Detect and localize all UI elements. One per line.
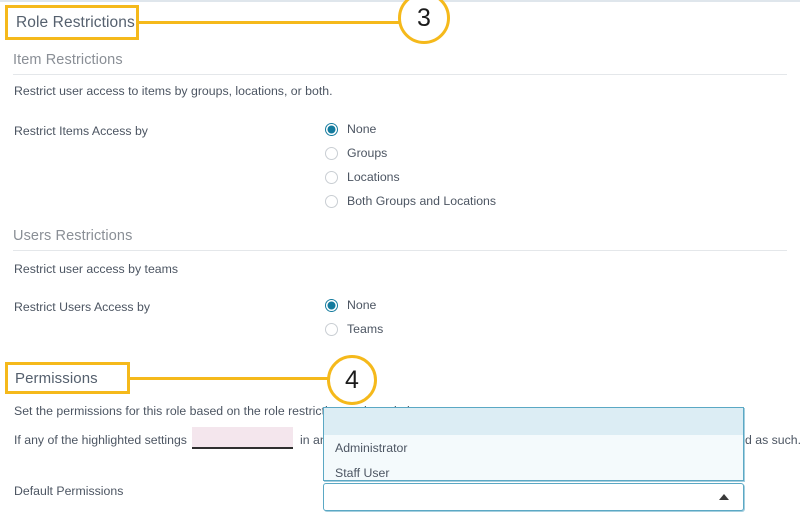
radio-icon-items-both[interactable] [325, 194, 338, 208]
label-default-permissions: Default Permissions [14, 484, 124, 498]
callout-line-4 [129, 377, 331, 380]
divider-users-restrictions [13, 250, 787, 251]
heading-users-restrictions: Users Restrictions [13, 228, 133, 244]
radio-icon-items-locations[interactable] [325, 170, 338, 184]
radio-label-users-teams: Teams [347, 322, 384, 336]
default-permissions-select[interactable] [323, 483, 744, 511]
top-divider [0, 0, 800, 2]
label-restrict-users-access-by: Restrict Users Access by [14, 300, 150, 314]
radio-icon-users-none[interactable] [325, 298, 338, 312]
permissions-sentence-end: d as such. [745, 433, 800, 447]
radio-icon-users-teams[interactable] [325, 322, 338, 336]
description-users-restrictions: Restrict user access by teams [14, 262, 179, 276]
heading-item-restrictions: Item Restrictions [13, 52, 123, 68]
radio-items-groups[interactable]: Groups [325, 146, 387, 160]
dropdown-option-blank[interactable] [324, 408, 743, 435]
radio-items-none[interactable]: None [325, 122, 376, 136]
radio-label-items-groups: Groups [347, 146, 388, 160]
radio-label-items-none: None [347, 122, 377, 136]
dropdown-option-administrator[interactable]: Administrator [324, 435, 743, 460]
radio-label-items-both: Both Groups and Locations [347, 194, 497, 208]
radio-items-locations[interactable]: Locations [325, 170, 400, 184]
page-title: Role Restrictions [16, 14, 135, 31]
permissions-sentence-start: If any of the highlighted settings [14, 433, 187, 447]
highlighted-settings-input[interactable] [192, 427, 293, 449]
heading-permissions: Permissions [15, 370, 98, 387]
callout-marker-3: 3 [398, 0, 450, 44]
radio-users-none[interactable]: None [325, 298, 376, 312]
default-permissions-dropdown-list[interactable]: Administrator Staff User [323, 407, 744, 481]
description-item-restrictions: Restrict user access to items by groups,… [14, 84, 333, 98]
radio-label-items-locations: Locations [347, 170, 400, 184]
radio-icon-items-groups[interactable] [325, 146, 338, 160]
chevron-up-icon[interactable] [719, 494, 729, 500]
radio-icon-items-none[interactable] [325, 122, 338, 136]
callout-line-3 [138, 21, 403, 24]
radio-users-teams[interactable]: Teams [325, 322, 383, 336]
radio-items-both[interactable]: Both Groups and Locations [325, 194, 496, 208]
settings-page: 3 Role Restrictions Item Restrictions Re… [0, 0, 800, 523]
radio-label-users-none: None [347, 298, 377, 312]
divider-item-restrictions [13, 74, 787, 75]
label-restrict-items-access-by: Restrict Items Access by [14, 124, 148, 138]
dropdown-option-staff-user[interactable]: Staff User [324, 460, 743, 480]
callout-marker-4: 4 [327, 355, 377, 405]
